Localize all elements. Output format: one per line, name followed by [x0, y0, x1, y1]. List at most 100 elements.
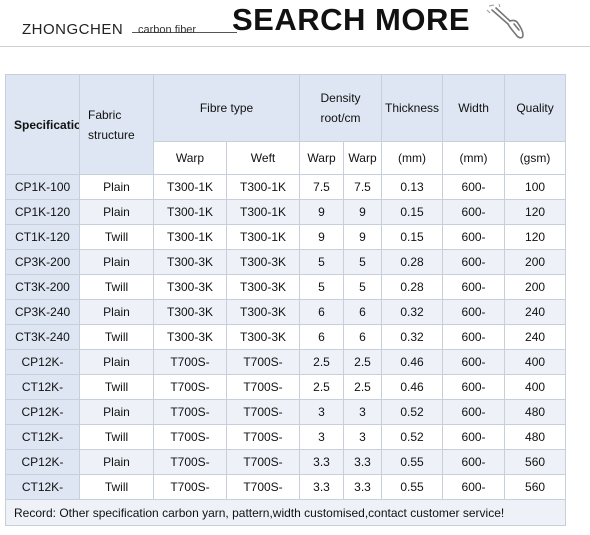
- cell-thickness: 0.52: [381, 399, 444, 425]
- cell-structure: Plain: [79, 449, 154, 475]
- cell-density-weft: 9: [343, 224, 383, 250]
- cell-thickness: 0.28: [381, 249, 444, 275]
- cell-warp: T300-1K: [153, 199, 227, 225]
- cell-thickness: 0.13: [381, 174, 444, 200]
- header-thickness-unit: (mm): [381, 141, 444, 175]
- header-fibre-type: Fibre type: [152, 74, 301, 142]
- cell-density-weft: 6: [343, 324, 383, 350]
- cell-spec: CP1K-120: [5, 199, 80, 225]
- cell-density-weft: 2.5: [343, 374, 383, 400]
- cell-density-warp: 3.3: [299, 474, 345, 500]
- cell-warp: T300-3K: [153, 249, 227, 275]
- cell-quality: 200: [504, 249, 567, 275]
- cell-thickness: 0.46: [381, 374, 444, 400]
- cell-weft: T300-1K: [225, 199, 301, 225]
- cell-spec: CP12K-: [5, 449, 80, 475]
- cell-structure: Twill: [79, 474, 154, 500]
- cell-warp: T700S-: [153, 424, 227, 450]
- table-row: CT3K-200 Twill T300-3K T300-3K 5 5 0.28 600- 200: [5, 274, 567, 300]
- cell-weft: T700S-: [225, 399, 301, 425]
- brand-name: ZHONGCHEN: [22, 21, 124, 38]
- table-row: CP12K- Plain T700S- T700S- 2.5 2.5 0.46 600- 400: [5, 349, 567, 375]
- cell-weft: T700S-: [225, 474, 301, 500]
- cell-structure: Twill: [79, 424, 154, 450]
- table-row: CT12K- Twill T700S- T700S- 2.5 2.5 0.46 600- 400: [5, 374, 567, 400]
- spec-table: Specification Fabric structure Fibre typ…: [4, 74, 567, 526]
- cell-spec: CT3K-200: [5, 274, 80, 300]
- cell-density-warp: 5: [299, 274, 345, 300]
- cell-thickness: 0.28: [381, 274, 444, 300]
- cell-spec: CP1K-100: [5, 174, 80, 200]
- cell-width: 600-: [442, 249, 506, 275]
- pointing-hand-icon[interactable]: [486, 4, 526, 42]
- cell-density-weft: 6: [343, 299, 383, 325]
- cell-density-weft: 2.5: [343, 349, 383, 375]
- cell-density-warp: 3: [299, 424, 345, 450]
- cell-spec: CT3K-240: [5, 324, 80, 350]
- cell-spec: CP12K-: [5, 349, 80, 375]
- banner: ZHONGCHEN carbon fiber SEARCH MORE: [0, 0, 590, 48]
- header-warp: Warp: [153, 141, 227, 175]
- cell-density-warp: 2.5: [299, 349, 345, 375]
- cell-width: 600-: [442, 374, 506, 400]
- cell-width: 600-: [442, 399, 506, 425]
- cell-quality: 120: [504, 199, 567, 225]
- table-row: CP1K-120 Plain T300-1K T300-1K 9 9 0.15 600- 120: [5, 199, 567, 225]
- header-density-weft: Warp: [343, 141, 383, 175]
- cell-density-weft: 3.3: [343, 449, 383, 475]
- cell-quality: 120: [504, 224, 567, 250]
- cell-spec: CT12K-: [5, 424, 80, 450]
- cell-width: 600-: [442, 299, 506, 325]
- table-row: CT12K- Twill T700S- T700S- 3 3 0.52 600- 480: [5, 424, 567, 450]
- brand-subtitle: carbon fiber: [138, 24, 197, 36]
- cell-density-warp: 7.5: [299, 174, 345, 200]
- cell-quality: 240: [504, 299, 567, 325]
- cell-structure: Plain: [79, 399, 154, 425]
- cell-width: 600-: [442, 449, 506, 475]
- cell-structure: Plain: [79, 349, 154, 375]
- cell-structure: Plain: [79, 299, 154, 325]
- table-row: CP12K- Plain T700S- T700S- 3.3 3.3 0.55 600- 560: [5, 449, 567, 475]
- header-quality: Quality: [504, 74, 567, 142]
- cell-quality: 480: [504, 399, 567, 425]
- cell-quality: 240: [504, 324, 567, 350]
- cell-quality: 100: [504, 174, 567, 200]
- cell-density-warp: 9: [299, 224, 345, 250]
- table-row: CP3K-200 Plain T300-3K T300-3K 5 5 0.28 600- 200: [5, 249, 567, 275]
- header-specification: Specification: [5, 74, 80, 175]
- cell-warp: T700S-: [153, 449, 227, 475]
- cell-quality: 480: [504, 424, 567, 450]
- cell-thickness: 0.32: [381, 324, 444, 350]
- cell-structure: Plain: [79, 199, 154, 225]
- cell-width: 600-: [442, 199, 506, 225]
- cell-density-weft: 9: [343, 199, 383, 225]
- banner-divider: [0, 46, 590, 47]
- cell-width: 600-: [442, 224, 506, 250]
- cell-warp: T300-3K: [153, 324, 227, 350]
- cell-warp: T300-1K: [153, 224, 227, 250]
- cell-spec: CT12K-: [5, 474, 80, 500]
- header-fabric-structure: Fabric structure: [79, 74, 154, 175]
- cell-weft: T700S-: [225, 374, 301, 400]
- cell-spec: CT12K-: [5, 374, 80, 400]
- cell-density-weft: 5: [343, 274, 383, 300]
- cell-width: 600-: [442, 274, 506, 300]
- cell-warp: T700S-: [153, 349, 227, 375]
- cell-density-weft: 7.5: [343, 174, 383, 200]
- cell-density-weft: 3: [343, 424, 383, 450]
- cell-density-warp: 2.5: [299, 374, 345, 400]
- cell-width: 600-: [442, 174, 506, 200]
- table-row: CP3K-240 Plain T300-3K T300-3K 6 6 0.32 600- 240: [5, 299, 567, 325]
- header-density-warp: Warp: [299, 141, 345, 175]
- cell-spec: CP3K-200: [5, 249, 80, 275]
- cell-structure: Twill: [79, 324, 154, 350]
- cell-weft: T300-3K: [225, 274, 301, 300]
- table-row: CP1K-100 Plain T300-1K T300-1K 7.5 7.5 0.13 600…: [5, 174, 567, 200]
- cell-structure: Twill: [79, 274, 154, 300]
- cell-quality: 560: [504, 449, 567, 475]
- cell-warp: T700S-: [153, 374, 227, 400]
- cell-density-weft: 3.3: [343, 474, 383, 500]
- cell-width: 600-: [442, 324, 506, 350]
- search-more-link[interactable]: SEARCH MORE: [232, 2, 470, 38]
- cell-thickness: 0.46: [381, 349, 444, 375]
